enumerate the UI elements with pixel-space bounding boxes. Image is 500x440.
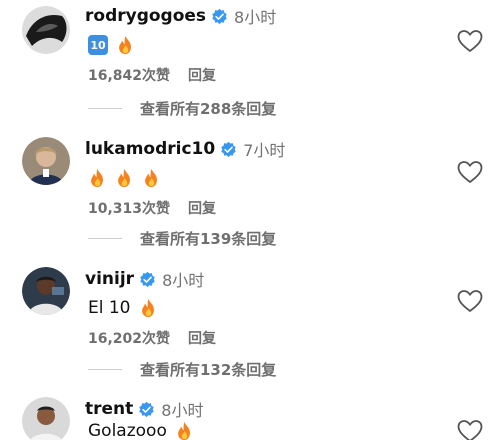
verified-icon [220,141,237,158]
view-replies-label: 查看所有132条回复 [140,360,277,379]
fire-icon [88,168,107,188]
comment-username[interactable]: rodrygogoes [85,6,206,26]
comment-meta: 16,202次赞 回复 [88,328,216,348]
comment-meta: 10,313次赞 回复 [88,198,216,218]
reply-thread-line [88,368,122,370]
heart-icon[interactable] [456,288,484,314]
fire-icon [142,168,161,188]
reply-button[interactable]: 回复 [188,68,216,84]
verified-icon [139,271,156,288]
avatar[interactable] [22,267,70,315]
view-replies-label: 查看所有288条回复 [140,99,277,118]
vinijr-avatar-image [22,267,70,315]
comment-text: El 10 [88,298,131,318]
avatar[interactable] [22,6,70,54]
comment-text: Golazooo [88,421,167,440]
heart-icon[interactable] [456,418,484,440]
rodrygo-avatar-image [22,6,70,54]
trent-avatar-image [22,397,70,440]
reply-thread-line [88,237,122,239]
comment-time: 8小时 [161,401,204,420]
avatar[interactable] [22,397,70,440]
avatar[interactable] [22,137,70,185]
comment-item: lukamodric10 7小时 10,313次赞 回复 查看所有139条回复 [0,137,500,248]
reply-thread-line [88,107,122,109]
comment-body: 10 [88,34,143,56]
fire-icon [139,298,158,318]
fire-icon [115,168,134,188]
comment-time: 7小时 [243,141,286,160]
comment-time: 8小时 [162,271,205,290]
comment-body: El 10 [88,297,166,319]
like-count[interactable]: 10,313次赞 [88,201,170,217]
fire-icon [175,421,194,440]
comment-item: trent 8小时 Golazooo [0,397,500,440]
comment-body: Golazooo [88,420,202,440]
comment-body [88,167,169,189]
like-count[interactable]: 16,202次赞 [88,331,170,347]
verified-icon [138,401,155,418]
heart-icon[interactable] [456,28,484,54]
comment-username[interactable]: trent [85,399,133,419]
reply-button[interactable]: 回复 [188,331,216,347]
comment-meta: 16,842次赞 回复 [88,65,216,85]
comment-item: vinijr 8小时 El 10 16,202次赞 回复 查看所有132条回复 [0,267,500,379]
view-replies-button[interactable]: 查看所有132条回复 [88,358,276,380]
reply-button[interactable]: 回复 [188,201,216,217]
comment-item: rodrygogoes 8小时 10 16,842次赞 回复 查看所有288条回复 [0,4,500,118]
like-count[interactable]: 16,842次赞 [88,68,170,84]
heart-icon[interactable] [456,159,484,185]
verified-icon [211,8,228,25]
comment-username[interactable]: vinijr [85,269,134,289]
comment-username[interactable]: lukamodric10 [85,139,215,159]
fire-icon [116,35,135,55]
view-replies-label: 查看所有139条回复 [140,229,277,248]
keycap-ten-icon: 10 [88,35,108,55]
modric-avatar-image [22,137,70,185]
view-replies-button[interactable]: 查看所有288条回复 [88,97,276,119]
comment-feed: rodrygogoes 8小时 10 16,842次赞 回复 查看所有288条回复 [0,0,500,440]
view-replies-button[interactable]: 查看所有139条回复 [88,227,276,249]
comment-time: 8小时 [234,8,277,27]
